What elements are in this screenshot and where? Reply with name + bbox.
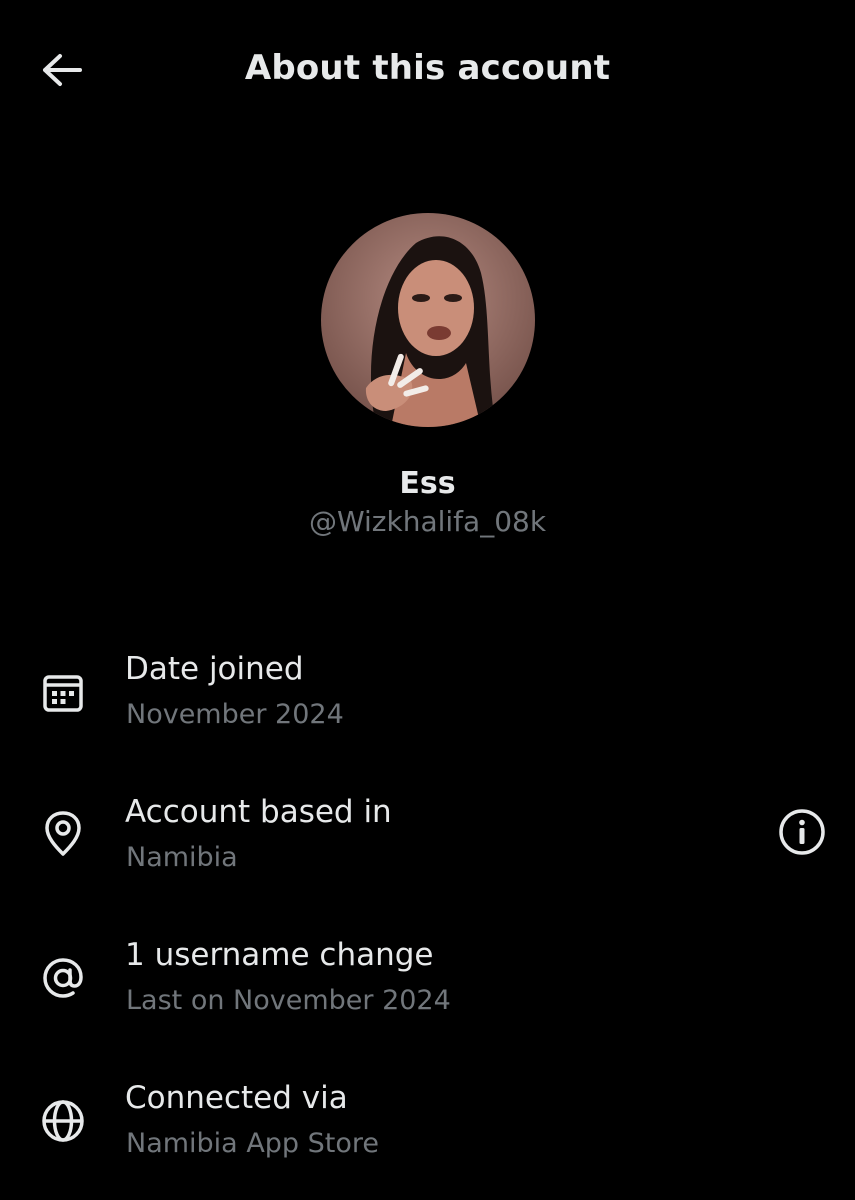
info-button[interactable] <box>776 808 828 860</box>
date-joined-row: Date joined November 2024 <box>0 645 855 745</box>
location-pin-icon <box>38 809 88 859</box>
page-title: About this account <box>244 48 611 88</box>
username-change-value: Last on November 2024 <box>126 985 451 1016</box>
calendar-icon <box>38 667 88 717</box>
connected-via-label: Connected via <box>125 1080 348 1116</box>
info-icon <box>778 808 826 860</box>
date-joined-label: Date joined <box>125 651 304 687</box>
account-based-in-label: Account based in <box>125 794 392 830</box>
display-name: Ess <box>399 466 456 501</box>
at-sign-icon <box>38 953 88 1003</box>
top-app-bar: About this account <box>0 0 855 142</box>
globe-icon <box>38 1096 88 1146</box>
avatar[interactable] <box>321 213 535 427</box>
username-change-label: 1 username change <box>125 937 434 973</box>
username-handle: @Wizkhalifa_08k <box>308 505 547 538</box>
connected-via-value: Namibia App Store <box>126 1128 380 1159</box>
date-joined-value: November 2024 <box>126 699 344 730</box>
account-based-in-row: Account based in Namibia <box>0 788 855 888</box>
username-change-row: 1 username change Last on November 2024 <box>0 931 855 1031</box>
account-based-in-value: Namibia <box>126 842 238 873</box>
connected-via-row: Connected via Namibia App Store <box>0 1074 855 1174</box>
